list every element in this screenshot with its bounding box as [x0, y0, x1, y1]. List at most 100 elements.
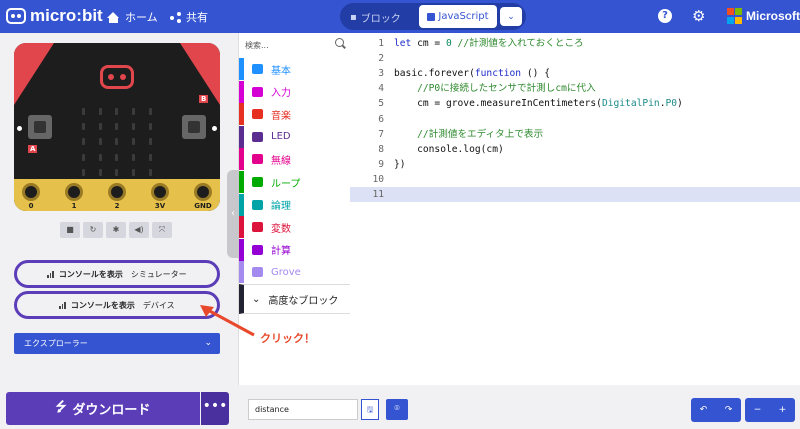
- microbit-logo[interactable]: micro:bit: [6, 6, 103, 26]
- sound-icon[interactable]: ◀): [129, 222, 149, 238]
- code-token: DigitalPin: [601, 98, 660, 110]
- explorer-button[interactable]: エクスプローラー ⌄: [14, 333, 220, 354]
- stop-icon[interactable]: ■: [60, 222, 80, 238]
- simulator-panel: A B 0 0 1 2 3V GND ■ ↻ ✱ ◀) ⤧ コンソールを表示 シ…: [0, 33, 238, 429]
- pin-3v: [151, 183, 169, 201]
- led-pixel: [98, 123, 102, 131]
- calculator-icon: [252, 244, 263, 255]
- board-logo-icon[interactable]: [100, 65, 134, 89]
- toolbox: 検索... 基本 入力 音楽 LED 無線 ループ 論理 変数 計算 Grove ⌄ 高度なブロッ…: [238, 33, 351, 429]
- show-console-simulator-button[interactable]: コンソールを表示 シミュレーター: [14, 260, 220, 288]
- category-6[interactable]: 論理: [239, 193, 351, 216]
- code-line[interactable]: 4 //P0に接続したセンサで計測しcmに代入: [350, 81, 800, 96]
- code-text: }): [394, 157, 406, 172]
- microsoft-logo-icon[interactable]: [727, 8, 743, 24]
- collapse-simulator-button[interactable]: ‹: [227, 170, 239, 258]
- simulator-toolbar: ■ ↻ ✱ ◀) ⤧: [60, 222, 172, 238]
- code-line[interactable]: 5 cm = grove.measureInCentimeters(Digita…: [350, 96, 800, 111]
- line-number: 11: [372, 189, 384, 200]
- category-3[interactable]: LED: [239, 125, 351, 148]
- button-a[interactable]: [28, 115, 52, 139]
- category-label: 論理: [271, 201, 291, 213]
- led-pixel: [98, 168, 102, 176]
- monitor-icon: [252, 267, 263, 278]
- console-label: コンソールを表示: [58, 269, 123, 279]
- undo-icon[interactable]: ↶: [691, 398, 716, 422]
- category-7[interactable]: 変数: [239, 216, 351, 239]
- bar-chart-icon: [59, 301, 66, 309]
- button-b[interactable]: [182, 115, 206, 139]
- download-button[interactable]: ⭍ ダウンロード: [6, 392, 200, 425]
- github-icon[interactable]: ⌾: [386, 399, 408, 420]
- category-1[interactable]: 入力: [239, 80, 351, 103]
- code-line[interactable]: 11: [350, 187, 800, 202]
- led-pixel: [149, 168, 153, 176]
- code-line[interactable]: 6: [350, 112, 800, 127]
- code-token: basic.forever(: [394, 68, 475, 80]
- code-editor[interactable]: 1 let cm = 0 //計測値を入れておくところ 2 3 basic.foreve…: [350, 33, 800, 385]
- pin-label: 0: [28, 202, 34, 210]
- code-line[interactable]: 7 //計測値をエディタ上で表示: [350, 127, 800, 142]
- line-number: 2: [378, 53, 384, 65]
- microbit-board: A B 0 0 1 2 3V GND: [14, 43, 220, 211]
- pin-1[interactable]: [65, 183, 83, 201]
- zoom-in-icon[interactable]: +: [770, 398, 795, 422]
- debug-icon[interactable]: ✱: [106, 222, 126, 238]
- code-text: //計測値をエディタ上で表示: [394, 127, 543, 142]
- category-9[interactable]: Grove: [239, 261, 351, 284]
- search-icon[interactable]: [335, 38, 344, 47]
- category-2[interactable]: 音楽: [239, 103, 351, 126]
- code-line[interactable]: 10: [350, 172, 800, 187]
- led-pixel: [115, 138, 119, 146]
- console-sub-label: シミュレーター: [130, 269, 187, 279]
- category-8[interactable]: 計算: [239, 238, 351, 261]
- redo-icon[interactable]: ↷: [716, 398, 741, 422]
- share-button[interactable]: 共有: [170, 9, 208, 25]
- led-pixel: [81, 153, 85, 161]
- more-options-button[interactable]: •••: [201, 392, 229, 425]
- restart-icon[interactable]: ↻: [83, 222, 103, 238]
- category-4[interactable]: 無線: [239, 148, 351, 171]
- code-line[interactable]: 1 let cm = 0 //計測値を入れておくところ: [350, 36, 800, 51]
- save-icon[interactable]: 🖫: [361, 399, 379, 420]
- language-dropdown-button[interactable]: ⌄: [500, 7, 522, 26]
- zoom-group: − +: [745, 398, 795, 422]
- bar-chart-icon: [47, 270, 54, 278]
- fullscreen-icon[interactable]: ⤧: [152, 222, 172, 238]
- shuffle-icon: [252, 199, 263, 210]
- led-pixel: [115, 153, 119, 161]
- category-5[interactable]: ループ: [239, 171, 351, 193]
- code-line[interactable]: 2: [350, 51, 800, 66]
- project-name-input[interactable]: distance: [248, 399, 358, 420]
- category-label: LED: [271, 131, 291, 143]
- zoom-out-icon[interactable]: −: [745, 398, 770, 422]
- share-label: 共有: [186, 11, 208, 24]
- pin-2[interactable]: [108, 183, 126, 201]
- category-label: 基本: [271, 65, 291, 77]
- code-token: cm = grove.measureInCentimeters(: [394, 98, 602, 110]
- code-token: //P0に接続したセンサで計測しcmに代入: [417, 83, 596, 95]
- button-a-label: A: [28, 145, 38, 153]
- headphones-icon: [252, 109, 263, 120]
- gear-icon[interactable]: ⚙: [692, 8, 708, 24]
- category-label: 無線: [271, 155, 291, 167]
- blocks-mode-button[interactable]: ▪ ブロック: [350, 10, 401, 25]
- annotation-arrow-icon: [200, 305, 255, 337]
- code-token: let: [394, 38, 412, 49]
- refresh-icon: [252, 177, 263, 187]
- code-token: function: [474, 68, 522, 80]
- home-button[interactable]: ホーム: [107, 9, 158, 25]
- microsoft-label[interactable]: Microsoft: [746, 9, 800, 23]
- show-console-device-button[interactable]: コンソールを表示 デバイス: [14, 291, 220, 319]
- chevron-down-icon: ⌄: [204, 338, 212, 348]
- code-line[interactable]: 8 console.log(cm): [350, 142, 800, 157]
- pin-0[interactable]: [22, 183, 40, 201]
- code-line[interactable]: 9}): [350, 157, 800, 172]
- code-token: //計測値を入れておくところ: [457, 38, 584, 49]
- category-0[interactable]: 基本: [239, 58, 351, 80]
- button-b-label: B: [199, 95, 209, 103]
- help-icon[interactable]: ?: [658, 9, 672, 23]
- toolbox-search-input[interactable]: 検索...: [239, 33, 351, 55]
- code-line[interactable]: 3 basic.forever(function () {: [350, 66, 800, 81]
- javascript-mode-button[interactable]: JavaScript: [419, 5, 497, 28]
